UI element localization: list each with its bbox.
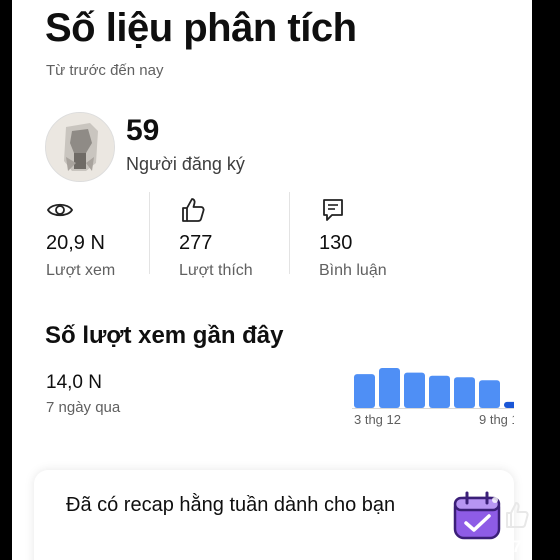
thumbs-up-icon [182, 198, 205, 222]
comment-icon [323, 199, 343, 221]
analytics-screen: Số liệu phân tích Từ trước đến nay 59 Ng… [12, 0, 532, 560]
stat-views-value: 20,9 N [46, 232, 105, 254]
stat-comments-value: 130 [319, 232, 353, 254]
side-overlay [532, 0, 560, 560]
like-icon[interactable] [503, 500, 531, 530]
chart-bar [354, 374, 375, 408]
chart-bar [479, 380, 500, 408]
stat-likes-value: 277 [179, 232, 213, 254]
stat-views-label: Lượt xem [46, 262, 116, 279]
stat-divider [289, 192, 290, 274]
recent-views-title: Số lượt xem gần đây [45, 322, 284, 349]
page-title: Số liệu phân tích [45, 6, 357, 50]
stat-comments-label: Bình luận [319, 262, 387, 279]
chart-bar [504, 401, 514, 408]
chart-tick-label: 3 thg 12 [354, 412, 401, 427]
calendar-check-icon [453, 491, 501, 540]
avatar[interactable] [45, 112, 115, 182]
weekly-recap-text: Đã có recap hằng tuần dành cho bạn [66, 494, 396, 516]
stat-likes-label: Lượt thích [179, 262, 253, 279]
recent-views-chart[interactable]: 3 thg 12 9 thg 12 [342, 364, 514, 436]
page-subtitle: Từ trước đến nay [46, 62, 164, 79]
chart-bar [454, 377, 475, 408]
subscriber-count: 59 [126, 114, 160, 147]
eye-icon [46, 203, 74, 217]
recent-views-period: 7 ngày qua [46, 399, 121, 416]
subscriber-label: Người đăng ký [126, 154, 245, 174]
like-count: 7 [512, 537, 522, 556]
chart-tick-label: 9 thg 12 [479, 412, 514, 427]
chart-bar [404, 372, 425, 408]
weekly-recap-card[interactable]: Đã có recap hằng tuần dành cho bạn [34, 470, 514, 560]
chart-bar [379, 368, 400, 408]
recent-views-value: 14,0 N [46, 372, 102, 393]
stat-divider [149, 192, 150, 274]
chart-bar [429, 375, 450, 408]
